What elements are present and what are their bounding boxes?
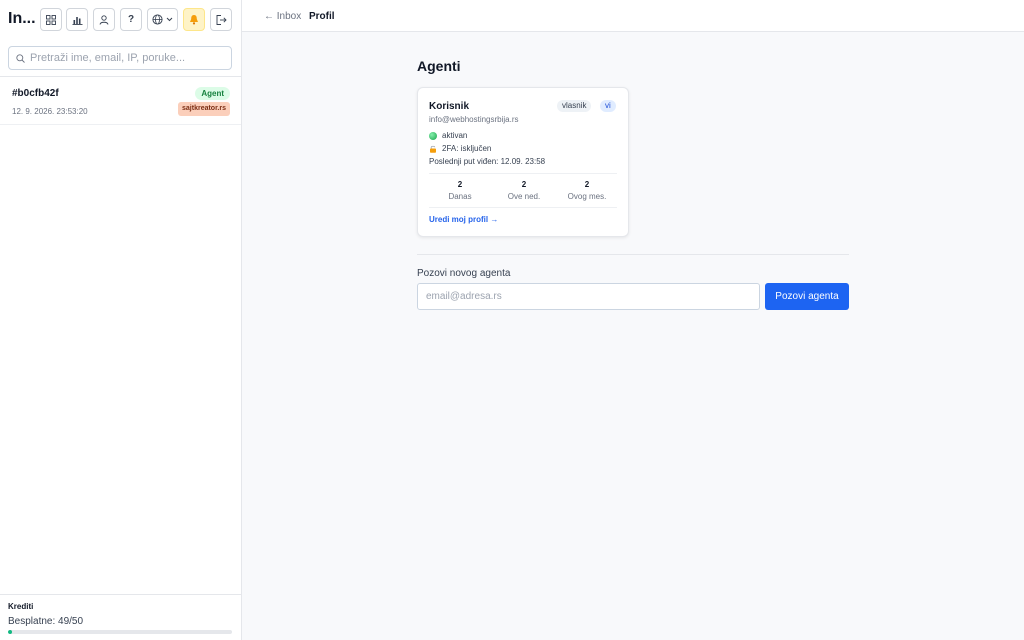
status-row: aktivan xyxy=(429,131,467,140)
invite-email-input[interactable] xyxy=(417,283,760,310)
logout-button[interactable] xyxy=(210,8,232,31)
status-text: aktivan xyxy=(442,131,468,140)
credits-value: Besplatne: 49/50 xyxy=(8,616,84,627)
stat-month: 2 Ovog mes. xyxy=(556,180,618,201)
page-title: Agenti xyxy=(417,58,461,74)
credits-progress-fill xyxy=(8,630,13,634)
language-button[interactable] xyxy=(147,8,178,31)
section-divider xyxy=(417,254,849,255)
sidebar-header: In... ? xyxy=(0,0,241,40)
stat-month-value: 2 xyxy=(584,180,590,189)
status-dot-icon xyxy=(429,131,437,140)
credits-label: Krediti xyxy=(8,602,34,611)
stat-week: 2 Ove ned. xyxy=(493,180,555,201)
you-badge: vi xyxy=(600,100,616,112)
breadcrumb-current: Profil xyxy=(309,11,335,22)
grid-icon xyxy=(46,14,56,25)
twofa-text: 2FA: isključen xyxy=(442,144,492,153)
user-icon xyxy=(99,14,109,25)
invite-label: Pozovi novog agenta xyxy=(417,268,511,279)
last-seen-row: Poslednji put viđen: 12.09. 23:58 xyxy=(429,157,545,166)
help-button[interactable]: ? xyxy=(120,8,142,31)
breadcrumb-inbox-link[interactable]: ← Inbox xyxy=(264,11,301,22)
agent-badge: Agent xyxy=(195,87,230,100)
agent-name: Korisnik xyxy=(429,101,470,112)
globe-icon xyxy=(152,14,163,25)
conversation-item[interactable]: #b0cfb42f 12. 9. 2026. 23:53:20 Agent sa… xyxy=(0,78,241,125)
stat-week-label: Ove ned. xyxy=(507,192,541,201)
app-title: In... xyxy=(8,10,36,27)
edit-profile-link[interactable]: Uredi moj profil → xyxy=(429,215,498,224)
agent-email: info@webhostingsrbija.rs xyxy=(429,115,519,124)
invite-agent-button[interactable]: Pozovi agenta xyxy=(765,283,849,310)
bell-icon xyxy=(190,15,198,25)
credits-panel: Krediti Besplatne: 49/50 xyxy=(0,594,241,640)
bar-chart-icon xyxy=(72,16,82,25)
lock-icon xyxy=(430,145,436,153)
role-badge: vlasnik xyxy=(557,100,592,112)
stat-today: 2 Danas xyxy=(429,180,491,201)
sidebar-divider xyxy=(0,76,241,77)
stat-today-label: Danas xyxy=(448,192,472,201)
search-box xyxy=(8,46,232,70)
chevron-down-icon xyxy=(166,17,173,22)
search-icon xyxy=(16,53,25,63)
stat-week-value: 2 xyxy=(521,180,527,189)
stat-today-value: 2 xyxy=(457,180,463,189)
sidebar: In... ? #b0cfb42f 12. 9. 2026. 23:53:20 … xyxy=(0,0,242,640)
search-input[interactable] xyxy=(30,52,220,64)
grid-button[interactable] xyxy=(40,8,62,31)
agent-card: Korisnik vlasnik vi info@webhostingsrbij… xyxy=(417,87,629,237)
notifications-button[interactable] xyxy=(183,8,205,31)
credits-progress xyxy=(8,630,232,634)
logout-icon xyxy=(216,14,227,25)
profile-button[interactable] xyxy=(93,8,115,31)
stat-month-label: Ovog mes. xyxy=(567,192,607,201)
conversation-id: #b0cfb42f xyxy=(12,88,59,99)
site-tag: sajtkreator.rs xyxy=(178,102,230,116)
conversation-time: 12. 9. 2026. 23:53:20 xyxy=(12,107,88,116)
stats-button[interactable] xyxy=(66,8,88,31)
card-divider xyxy=(429,173,617,174)
topbar: ← Inbox Profil xyxy=(242,0,1024,32)
card-divider xyxy=(429,207,617,208)
last-seen-text: Poslednji put viđen: 12.09. 23:58 xyxy=(429,157,546,166)
twofa-row: 2FA: isključen xyxy=(429,144,491,153)
